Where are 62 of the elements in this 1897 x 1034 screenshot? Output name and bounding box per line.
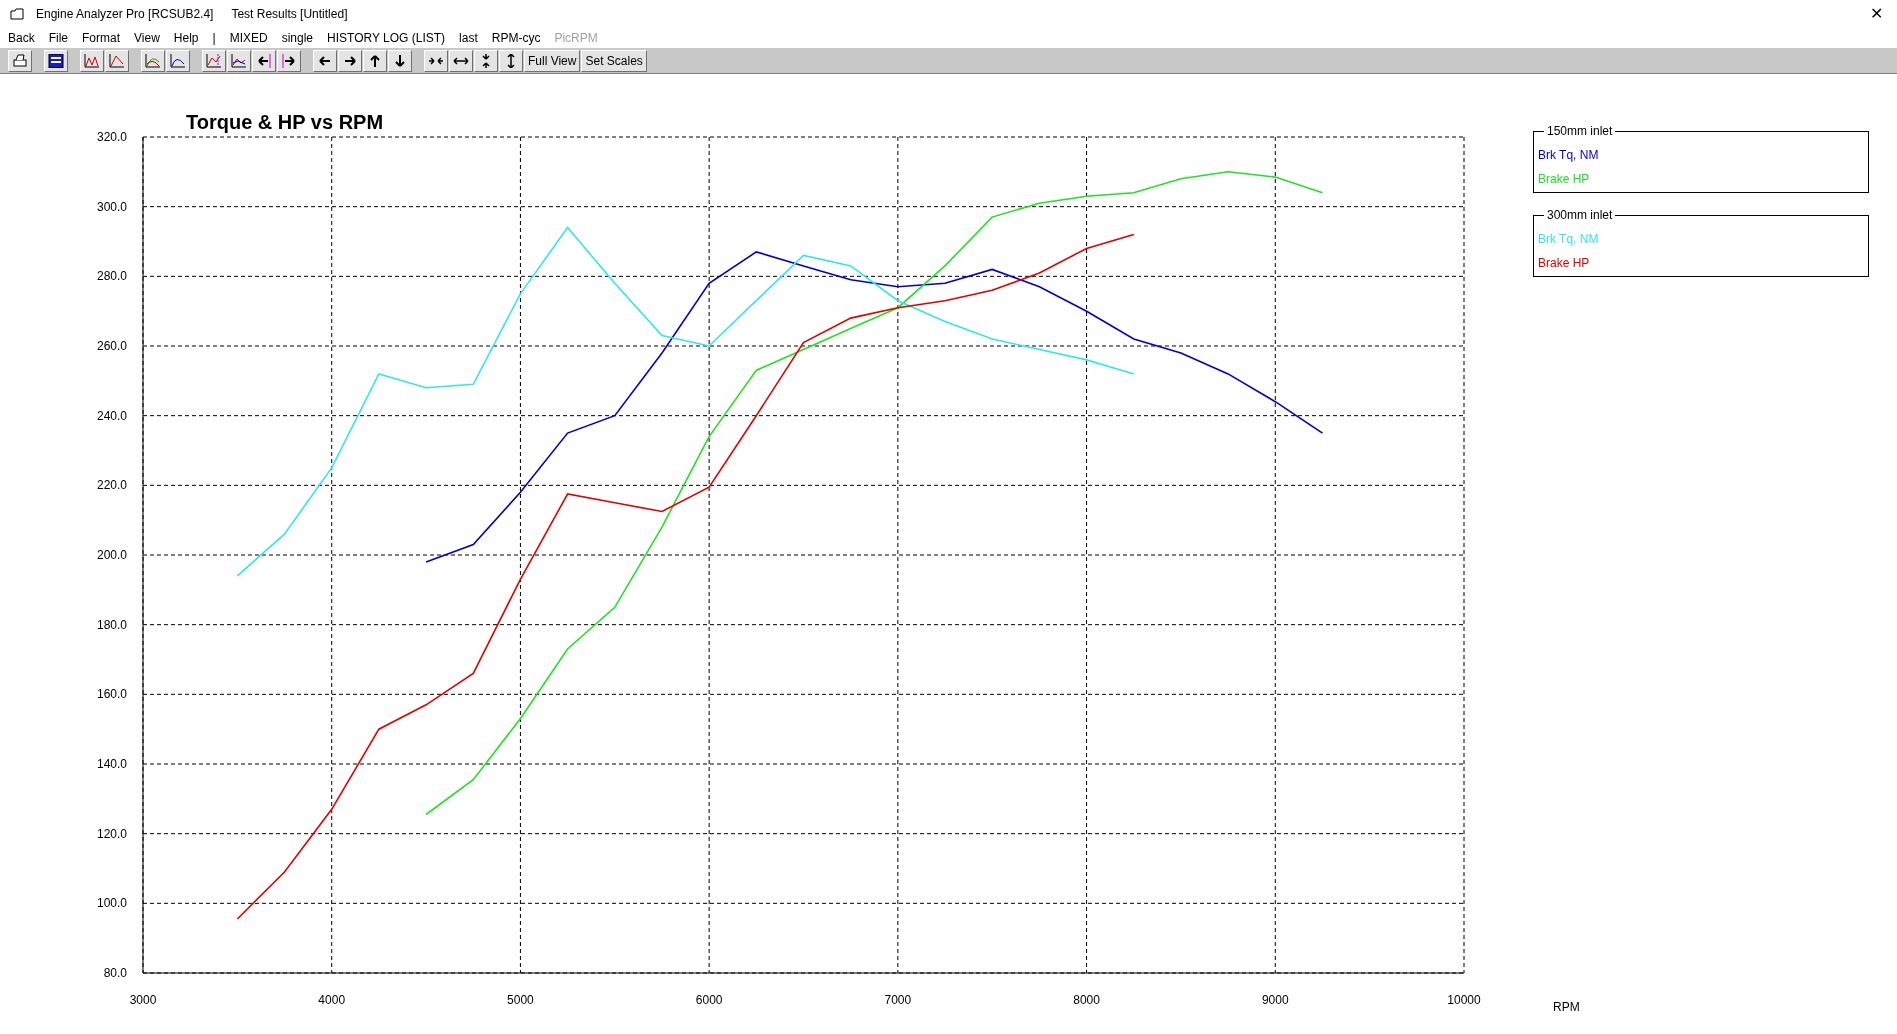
menu-item[interactable]: MIXED xyxy=(229,29,268,47)
x-tick-label: 10000 xyxy=(1447,993,1481,1007)
chart-marker-icon[interactable] xyxy=(202,49,226,72)
legend-entry: Brake HP xyxy=(1538,171,1591,188)
printer-icon[interactable] xyxy=(8,49,32,72)
menu-item[interactable]: single xyxy=(281,29,314,47)
arrow-right-icon[interactable] xyxy=(277,49,301,72)
arrow-up-icon[interactable] xyxy=(363,49,387,72)
toolbar-button[interactable]: Full View xyxy=(524,49,581,72)
chart-title: Torque & HP vs RPM xyxy=(186,111,384,133)
y-tick-label: 120.0 xyxy=(96,826,127,841)
y-tick-label: 260.0 xyxy=(96,339,127,353)
arrow-down-icon[interactable] xyxy=(388,49,412,72)
menu-item[interactable]: Back xyxy=(8,29,35,47)
y-tick-label: 240.0 xyxy=(96,408,127,423)
arrow-left-icon[interactable] xyxy=(252,49,276,72)
arrow-right-icon[interactable] xyxy=(338,49,362,72)
menu-item[interactable]: | xyxy=(212,29,216,47)
app-icon xyxy=(10,8,24,20)
x-tick-label: 7000 xyxy=(884,993,912,1007)
expand-vertical-icon[interactable] xyxy=(499,49,523,72)
compress-horizontal-icon[interactable] xyxy=(424,49,448,72)
x-tick-label: 6000 xyxy=(695,993,723,1007)
chart-icon[interactable] xyxy=(227,49,251,72)
legend-entry: Brk Tq, NM xyxy=(1538,147,1600,164)
y-tick-label: 160.0 xyxy=(96,687,127,702)
toolbar-button[interactable]: Set Scales xyxy=(581,49,647,72)
axis-unit-label: RPM xyxy=(1553,1000,1580,1014)
y-tick-label: 140.0 xyxy=(96,757,127,771)
menu-item[interactable]: File xyxy=(48,29,69,47)
legend-entry: Brake HP xyxy=(1538,255,1591,272)
line-chart-icon[interactable] xyxy=(80,49,104,72)
x-tick-label: 3000 xyxy=(129,993,157,1007)
window-subtitle: Test Results [Untitled] xyxy=(231,6,348,23)
legend-entry: Brk Tq, NM xyxy=(1538,231,1600,248)
y-tick-label: 100.0 xyxy=(96,896,127,911)
expand-horizontal-icon[interactable] xyxy=(449,49,473,72)
arrow-left-icon[interactable] xyxy=(313,49,337,72)
menu-item[interactable]: RPM-cyc xyxy=(491,29,541,47)
menu-item[interactable]: View xyxy=(134,29,160,47)
x-tick-label: 8000 xyxy=(1073,993,1100,1007)
menu-item[interactable]: last xyxy=(459,29,478,47)
y-tick-label: 280.0 xyxy=(96,269,127,284)
y-tick-label: 200.0 xyxy=(96,548,127,562)
y-tick-label: 320.0 xyxy=(96,130,127,144)
menu-item[interactable]: Help xyxy=(173,29,199,47)
y-tick-label: 80.0 xyxy=(103,966,127,980)
x-tick-label: 9000 xyxy=(1261,993,1289,1007)
y-tick-label: 220.0 xyxy=(96,478,127,493)
close-button[interactable]: ✕ xyxy=(1866,2,1887,26)
x-tick-label: 5000 xyxy=(507,993,534,1007)
compress-vertical-icon[interactable] xyxy=(474,49,498,72)
y-tick-label: 180.0 xyxy=(96,617,127,632)
window-title: Engine Analyzer Pro [RCSUB2.4] xyxy=(36,6,214,23)
curve-icon[interactable] xyxy=(166,49,190,72)
menu-item[interactable]: Format xyxy=(82,29,121,47)
y-tick-label: 300.0 xyxy=(96,199,127,214)
menu-item[interactable]: HISTORY LOG (LIST) xyxy=(327,29,446,47)
x-tick-label: 4000 xyxy=(318,993,346,1007)
line-chart-icon[interactable] xyxy=(105,49,129,72)
window-icon[interactable] xyxy=(44,49,68,72)
curves-icon[interactable] xyxy=(141,49,165,72)
